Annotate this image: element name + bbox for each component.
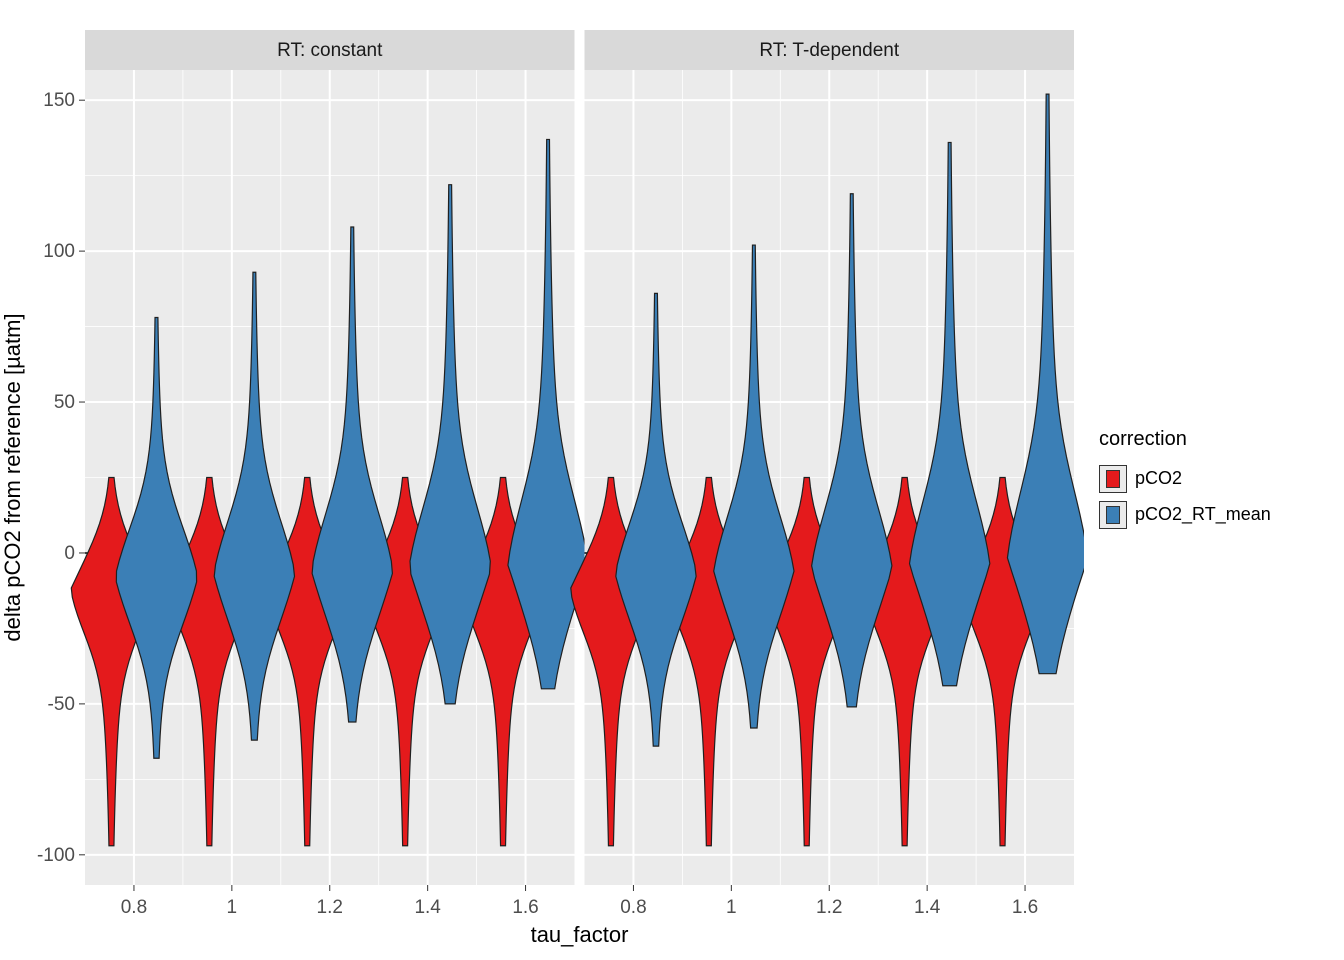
legend-item-pco2-rt-mean: pCO2_RT_mean xyxy=(1099,501,1344,529)
svg-text:50: 50 xyxy=(54,392,75,413)
legend-label: pCO2_RT_mean xyxy=(1135,504,1271,525)
svg-text:0: 0 xyxy=(64,543,75,564)
svg-text:1.6: 1.6 xyxy=(512,897,538,918)
legend: correction pCO2 pCO2_RT_mean xyxy=(1084,0,1344,960)
svg-text:tau_factor: tau_factor xyxy=(531,922,629,947)
legend-title: correction xyxy=(1099,428,1344,451)
svg-text:RT: T-dependent: RT: T-dependent xyxy=(759,40,900,61)
svg-text:-50: -50 xyxy=(48,694,75,715)
svg-text:1.2: 1.2 xyxy=(317,897,343,918)
svg-text:1: 1 xyxy=(726,897,737,918)
legend-swatch-icon xyxy=(1099,465,1127,493)
legend-item-pco2: pCO2 xyxy=(1099,465,1344,493)
svg-text:1.2: 1.2 xyxy=(816,897,842,918)
svg-text:1.6: 1.6 xyxy=(1012,897,1038,918)
svg-text:150: 150 xyxy=(43,90,75,111)
violin-chart: delta pCO2 from reference [µatm] tau_fact… xyxy=(0,0,1084,960)
svg-text:100: 100 xyxy=(43,241,75,262)
legend-swatch-icon xyxy=(1099,501,1127,529)
svg-text:delta pCO2 from reference [µat: delta pCO2 from reference [µatm] xyxy=(0,313,25,641)
svg-text:1.4: 1.4 xyxy=(414,897,441,918)
svg-text:0.8: 0.8 xyxy=(121,897,147,918)
legend-label: pCO2 xyxy=(1135,468,1182,489)
svg-text:1.4: 1.4 xyxy=(914,897,941,918)
svg-text:0.8: 0.8 xyxy=(620,897,646,918)
svg-text:RT: constant: RT: constant xyxy=(277,40,383,61)
svg-text:-100: -100 xyxy=(37,845,75,866)
svg-text:1: 1 xyxy=(227,897,238,918)
